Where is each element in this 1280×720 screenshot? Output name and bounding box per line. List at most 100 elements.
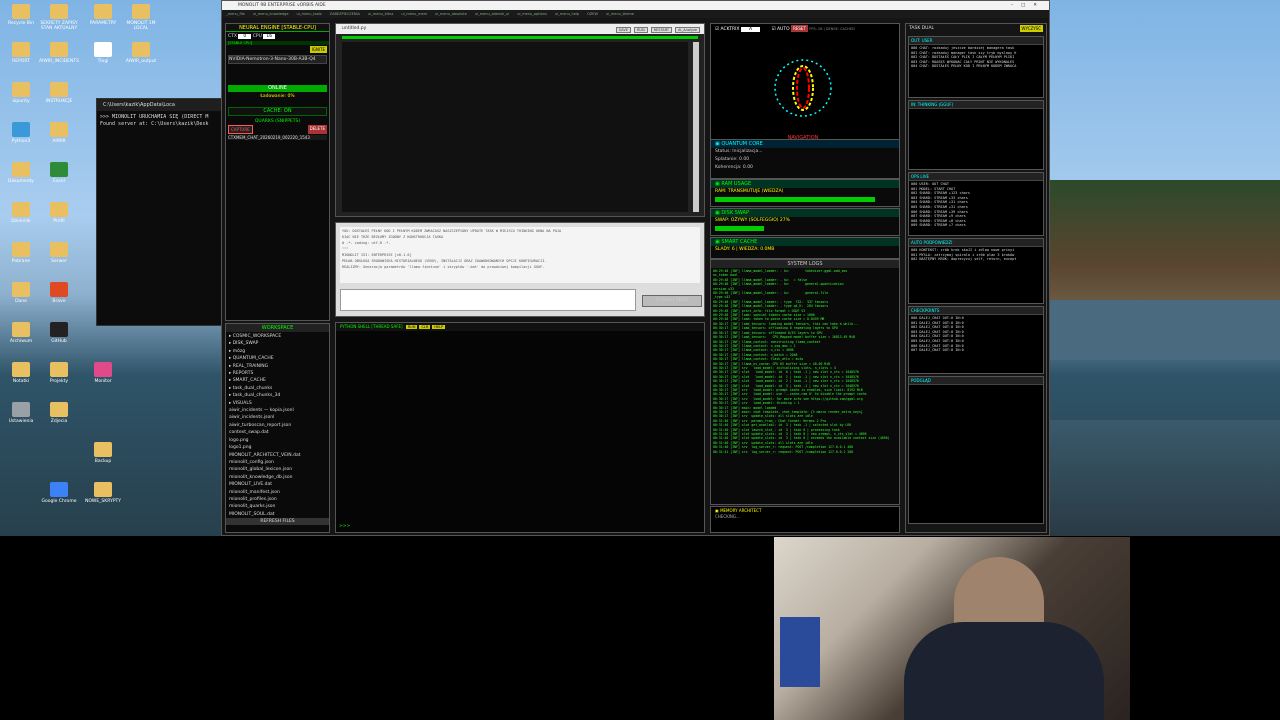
delete-button[interactable]: DELETE [307,125,327,134]
refresh-files-button[interactable]: REFRESH FILES [226,518,329,525]
workspace-item[interactable]: logo1.png [229,444,326,451]
workspace-item[interactable]: ▸ SMART_CACHE [229,377,326,384]
workspace-item[interactable]: ▸ REPORTS [229,370,326,377]
menu-item[interactable]: OZEW [587,12,598,16]
workspace-item[interactable]: mionolit_global_lexicon.json [229,466,326,473]
workspace-item[interactable]: ▸ DISK_SWAP [229,340,326,347]
window-controls[interactable]: –□✕ [1011,1,1045,10]
menu-item[interactable]: ui_menu_help [555,12,579,16]
workspace-item[interactable]: MIONOLIT_ARCHITECT_VEIN.dat [229,452,326,459]
workspace-item[interactable]: ▸ QUANTUM_CACHE [229,355,326,362]
auto-lines: 000 KONTEKST: zrób krok skaJI i zdlow no… [911,248,1017,262]
editor-button[interactable]: RUN [633,27,648,33]
workspace-item[interactable]: logo.png [229,437,326,444]
ctx-input[interactable]: 0 [238,34,252,39]
shell-button[interactable]: CLR [419,325,431,329]
wyczysc-button[interactable]: WYCZYŚĆ [1019,25,1043,32]
actrix-checkbox[interactable]: ☑ [715,27,719,32]
desktop-icon[interactable]: Python3 [0,122,42,144]
workspace-item[interactable]: ▸ task_dual_chunks_3d [229,392,326,399]
desktop-icon[interactable]: GitHub [38,322,80,344]
workspace-item[interactable]: mionolit_knowledge_db.json [229,474,326,481]
ctx-label: CTX [228,34,237,39]
send-button[interactable]: SEND [676,298,689,303]
editor-scrollbar[interactable] [693,42,699,212]
reset-button[interactable]: RESET [791,25,808,32]
workspace-item[interactable]: mionolit_profiles.json [229,496,326,503]
menu-item[interactable]: ui_menu_theme [606,12,634,16]
desktop-icon[interactable]: Archiwum [0,322,42,344]
menu-item[interactable]: ui_menu_knowledge [253,12,289,16]
desktop-icon[interactable]: Backup [82,442,124,464]
cpu-input[interactable]: 16 [263,34,276,39]
desktop-icon[interactable]: Monitor [82,362,124,384]
workspace-item[interactable]: MIONOLIT_LIVE.dat [229,481,326,488]
desktop-icon[interactable]: AIWIR [38,122,80,144]
desktop-icon[interactable]: Pobrane [0,242,42,264]
auto-checkbox[interactable]: ☑ [771,27,775,32]
shell-prompt[interactable]: >>> [339,524,350,529]
desktop-icon[interactable]: Excel [38,162,80,184]
dalej-button[interactable]: DALEJ [661,298,674,303]
ignite-button[interactable]: IGNITE [309,46,327,53]
shell-button[interactable]: HELP [432,325,446,329]
shell-button[interactable]: RUN [405,325,418,329]
workspace-item[interactable]: aiwir_incidents.jsonl [229,414,326,421]
desktop-icon[interactable]: Recycle Bin [0,4,42,26]
desktop-icon[interactable]: MONOLIT 1M LOCAL [120,4,162,31]
monolit-app-window[interactable]: MONOLIT 9B ENTERPRISE vORBIS AIDE –□✕ _me… [221,0,1050,536]
editor-tab[interactable]: untitled.py [342,26,366,31]
desktop-icon[interactable]: NOWE_SKRYPTY [82,482,124,504]
workspace-item[interactable]: ▸ REAL_TRAINING [229,363,326,370]
workspace-item[interactable]: ▸ mózg [229,348,326,355]
editor-button[interactable]: AI_Analyze [675,27,700,33]
menu-item[interactable]: ui_menu_options [517,12,547,16]
chat-input[interactable] [340,289,636,311]
stop-icon[interactable]: ⊝ [656,298,660,303]
desktop-icon[interactable]: AIWIR_output [120,42,162,64]
desktop-icon[interactable]: Notatki [0,362,42,384]
menu-item[interactable]: ui_menu_kitna [368,12,393,16]
desktop-icon[interactable]: Brave [38,282,80,304]
desktop-icon[interactable]: Dokumenty [0,162,42,184]
workspace-item[interactable]: MIONOLIT_SOUL.dat [229,511,326,518]
editor-button[interactable]: SAVE [615,27,631,33]
menu-item[interactable]: ui_menu_mem [401,12,427,16]
menu-item[interactable]: _menu_file [226,12,245,16]
model-select[interactable]: NVIDIA-Nemotron-3-Nano-30B-A3B-Q4 [228,55,327,64]
workspace-item[interactable]: ▸ COSMIC_WORKSPACE [229,333,326,340]
menu-item[interactable]: ui_menu_obsolute [435,12,467,16]
desktop-icon[interactable]: Projekty [38,362,80,384]
editor-button[interactable]: RESTART [650,27,673,33]
desktop-icon[interactable]: Tlogi [82,42,124,64]
workspace-item[interactable]: aiwir_turboscan_report.json [229,422,326,429]
desktop-icon[interactable]: aipurity [0,82,42,104]
capture-button[interactable]: CAPTURE [228,125,253,134]
desktop-icon[interactable]: Dane [0,282,42,304]
desktop-icon[interactable]: Dziennik [0,202,42,224]
actrix-select[interactable]: A [740,27,761,32]
desktop-icon[interactable]: AIWIR_INCIDENTS [38,42,80,64]
desktop-icon[interactable]: Ustawienia [0,402,42,424]
workspace-item[interactable]: context_swap.dat [229,429,326,436]
workspace-item[interactable]: mionolit_config.json [229,459,326,466]
workspace-item[interactable]: ▸ task_dual_chunks [229,385,326,392]
desktop-icon[interactable]: Serwer [38,242,80,264]
desktop-icon[interactable]: SEKRETY ZAPISY STAN AKTUALNY [38,4,80,31]
desktop-icon[interactable]: PARAMETRY [82,4,124,26]
desktop-icon[interactable]: Profil [38,202,80,224]
menu-item[interactable]: ui_menu_adenial_ui [475,12,509,16]
desktop-icon[interactable]: Google Chrome [38,482,80,504]
workspace-item[interactable]: mionolit_quarks.json [229,503,326,510]
desktop-icon[interactable]: Zdjecia [38,402,80,424]
snippet-item[interactable]: CTXMEM_CHAT_20260219_002220_1543 [228,135,327,140]
menu-item[interactable]: ui_menu_tools [297,12,322,16]
desktop-icon[interactable]: INSTRUKCJE [38,82,80,104]
workspace-item[interactable]: ▸ VISUALS [229,400,326,407]
code-editor[interactable] [342,42,688,212]
workspace-item[interactable]: aiwir_incidents — kopia.jsonl [229,407,326,414]
desktop-icon[interactable]: REPORT [0,42,42,64]
menu-item[interactable]: ZABEZPIECZENIA [330,12,360,16]
cmd-window[interactable]: C:\Users\kazik\AppData\Loca >>> MIONOLIT… [96,98,232,326]
workspace-item[interactable]: mionolit_manifest.json [229,489,326,496]
